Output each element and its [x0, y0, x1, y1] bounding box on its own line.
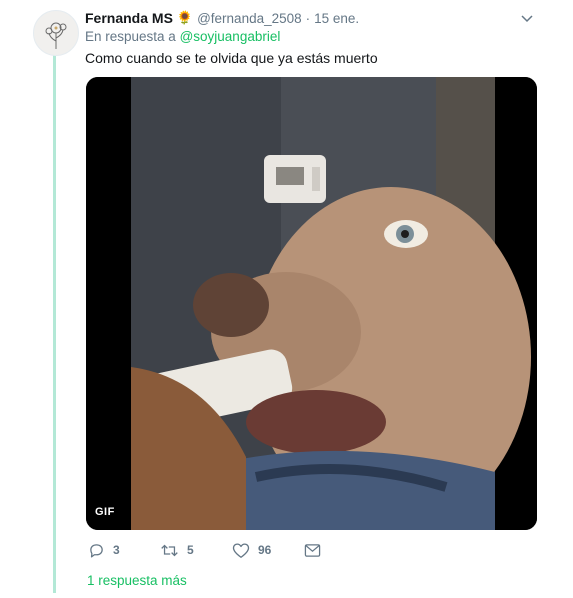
separator-dot: ·: [305, 10, 311, 26]
retweet-button[interactable]: 5: [160, 542, 232, 559]
more-replies-link[interactable]: 1 respuesta más: [87, 573, 187, 588]
heart-icon: [232, 542, 250, 558]
tweet-media-gif[interactable]: [86, 77, 537, 530]
tweet-actions: 3 5 96: [88, 540, 334, 560]
reply-count: 3: [113, 543, 120, 557]
chevron-down-icon[interactable]: [519, 10, 535, 26]
tweet-text: Como cuando se te olvida que ya estás mu…: [85, 50, 378, 66]
like-count: 96: [258, 543, 272, 557]
gif-badge: GIF: [90, 504, 120, 520]
retweet-count: 5: [187, 543, 194, 557]
thread-connector-line: [53, 55, 56, 593]
tweet-header: Fernanda MS 🌻 @fernanda_2508 · 15 ene.: [85, 8, 543, 28]
avatar[interactable]: [33, 10, 79, 56]
display-name[interactable]: Fernanda MS: [85, 10, 173, 26]
reply-button[interactable]: 3: [88, 542, 160, 559]
envelope-icon: [304, 543, 321, 557]
reply-prefix: En respuesta a: [85, 29, 176, 44]
flower-drawing-icon: [45, 22, 67, 49]
gif-frame: [86, 77, 537, 530]
retweet-icon: [161, 544, 178, 556]
reply-icon: [90, 543, 103, 558]
like-button[interactable]: 96: [232, 542, 304, 559]
user-handle[interactable]: @fernanda_2508: [197, 11, 302, 26]
reply-context: En respuesta a @soyjuangabriel: [85, 29, 280, 44]
direct-message-button[interactable]: [304, 543, 334, 558]
sunflower-emoji-icon: 🌻: [176, 10, 194, 25]
reply-mention-link[interactable]: @soyjuangabriel: [180, 29, 281, 44]
tweet-date[interactable]: 15 ene.: [314, 11, 359, 26]
